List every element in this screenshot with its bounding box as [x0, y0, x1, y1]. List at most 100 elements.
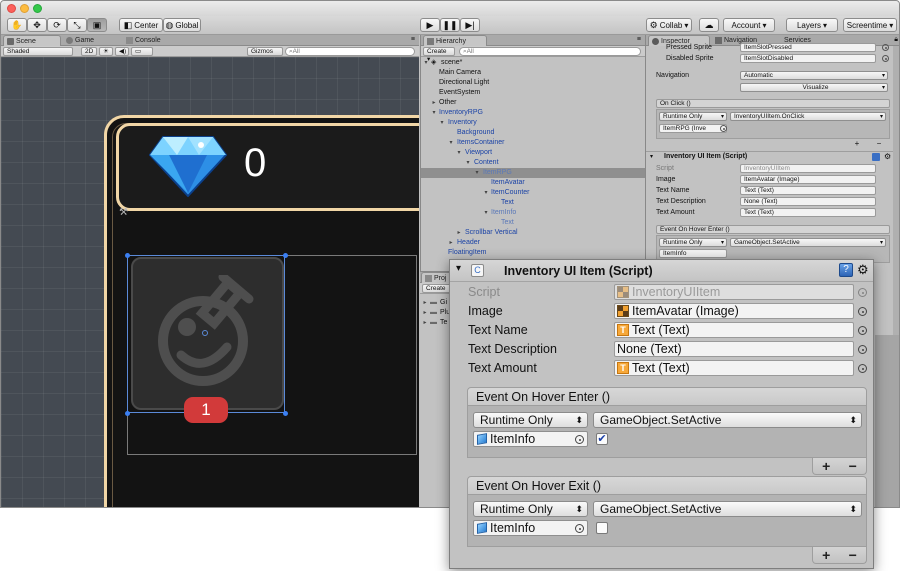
hierarchy-item[interactable]: ▾ Viewport [421, 148, 645, 158]
expand-arrow-icon[interactable]: ▾ [423, 58, 429, 68]
expand-arrow-icon[interactable]: ▾ [650, 153, 653, 160]
expand-arrow-icon[interactable]: ▾ [474, 168, 480, 178]
lock-icon[interactable]: 🔒︎ [894, 36, 898, 44]
object-picker-icon[interactable] [720, 125, 727, 132]
cloud-button[interactable]: ☁ [699, 18, 719, 32]
hierarchy-item[interactable]: ▾ Content [421, 158, 645, 168]
scene-root-row[interactable]: ▾ ◈ scene* [421, 58, 645, 68]
resize-handle-top-left[interactable] [125, 253, 130, 258]
hover-enter-mode-dropdown[interactable]: Runtime Only [473, 412, 588, 428]
zoom-window-button[interactable] [33, 4, 42, 13]
collapsed-arrow-icon[interactable]: ▸ [456, 228, 462, 238]
add-listener-button[interactable]: + [855, 139, 860, 149]
play-button[interactable]: ▶ [420, 18, 440, 32]
pivot-toggle[interactable]: ◧ Center [119, 18, 163, 32]
add-listener-button[interactable]: + [822, 547, 830, 563]
hierarchy-item[interactable]: Background [421, 128, 645, 138]
hierarchy-item[interactable]: ▾ InventoryRPG [421, 108, 645, 118]
expand-arrow-icon[interactable]: ▾ [456, 263, 461, 274]
hierarchy-item[interactable]: ▸ Scrollbar Vertical [421, 228, 645, 238]
lighting-toggle[interactable]: ☀ [99, 47, 113, 56]
collapsed-arrow-icon[interactable]: ▸ [448, 238, 454, 248]
object-picker-icon[interactable] [858, 307, 867, 316]
layout-dropdown[interactable]: Screentime ▾ [843, 18, 897, 32]
hierarchy-item[interactable]: Main Camera [421, 68, 645, 78]
hierarchy-item[interactable]: Directional Light [421, 78, 645, 88]
shading-dropdown[interactable]: Shaded [3, 47, 73, 56]
object-picker-icon[interactable] [858, 345, 867, 354]
help-icon[interactable] [872, 153, 880, 161]
collapsed-arrow-icon[interactable]: ▸ [422, 318, 428, 328]
hierarchy-item[interactable]: ▾ Inventory [421, 118, 645, 128]
hierarchy-item[interactable]: ▾ ItemInfo [421, 208, 645, 218]
hierarchy-item-selected[interactable]: ▾ ItemRPG [421, 168, 645, 178]
resize-handle-bottom-right[interactable] [283, 411, 288, 416]
object-picker-icon[interactable] [882, 44, 889, 51]
navigation-dropdown[interactable]: Automatic [740, 71, 888, 80]
text-name-field[interactable]: Text (Text) [740, 186, 876, 195]
hierarchy-item[interactable]: ▾ ItemCounter [421, 188, 645, 198]
help-icon[interactable]: ? [839, 263, 853, 277]
expand-arrow-icon[interactable]: ▾ [465, 158, 471, 168]
disabled-sprite-field[interactable]: ItemSlotDisabled [740, 54, 876, 63]
hand-tool-button[interactable]: ✋ [7, 18, 27, 32]
text-desc-field[interactable]: None (Text) [614, 341, 854, 357]
hover-enter-active-checkbox[interactable]: ✔ [596, 433, 608, 445]
object-picker-icon[interactable] [882, 55, 889, 62]
expand-arrow-icon[interactable]: ▾ [431, 108, 437, 118]
hierarchy-item[interactable]: ItemAvatar [421, 178, 645, 188]
remove-listener-button[interactable]: − [849, 547, 857, 563]
text-desc-field[interactable]: None (Text) [740, 197, 876, 206]
pause-button[interactable]: ❚❚ [440, 18, 460, 32]
hierarchy-item[interactable]: EventSystem [421, 88, 645, 98]
object-picker-icon[interactable] [575, 435, 584, 444]
expand-arrow-icon[interactable]: ▾ [448, 138, 454, 148]
rotate-tool-button[interactable]: ⟳ [47, 18, 67, 32]
hover-exit-mode-dropdown[interactable]: Runtime Only [473, 501, 588, 517]
layers-dropdown[interactable]: Layers ▾ [786, 18, 838, 32]
minimize-window-button[interactable] [20, 4, 29, 13]
hierarchy-item[interactable]: Text [421, 198, 645, 208]
space-toggle[interactable]: ◍ Global [163, 18, 201, 32]
hierarchy-item[interactable]: ▸ Header [421, 238, 645, 248]
gear-icon[interactable]: ⚙ [857, 262, 869, 278]
component-header[interactable]: ▾ Inventory UI Item (Script) ⚙ [646, 151, 899, 163]
scale-tool-button[interactable]: ⤡ [67, 18, 87, 32]
component-header[interactable]: ▾ C Inventory UI Item (Script) ? ⚙ [450, 260, 873, 282]
expand-arrow-icon[interactable]: ▾ [483, 188, 489, 198]
expand-arrow-icon[interactable]: ▾ [439, 118, 445, 128]
hover-enter-function-dropdown[interactable]: GameObject.SetActive [730, 238, 886, 247]
hover-enter-target-field[interactable]: ItemInfo [659, 249, 727, 258]
hover-enter-mode-dropdown[interactable]: Runtime Only [659, 238, 727, 247]
panel-menu-icon[interactable]: ≡ [411, 36, 415, 43]
on-click-target-field[interactable]: ItemRPG (Inve [659, 124, 727, 133]
on-click-mode-dropdown[interactable]: Runtime Only [659, 112, 727, 121]
gizmos-dropdown[interactable]: Gizmos [247, 47, 283, 56]
hierarchy-item[interactable]: ▾ ItemsContainer [421, 138, 645, 148]
remove-listener-button[interactable]: − [877, 139, 882, 149]
tab-console[interactable]: Console [123, 35, 183, 46]
gear-icon[interactable]: ⚙ [884, 152, 891, 161]
tab-scene[interactable]: Scene [3, 35, 61, 46]
hover-exit-active-checkbox[interactable] [596, 522, 608, 534]
hover-enter-function-dropdown[interactable]: GameObject.SetActive [593, 412, 862, 428]
expand-arrow-icon[interactable]: ▾ [483, 208, 489, 218]
resize-handle-bottom-left[interactable] [125, 411, 130, 416]
hierarchy-item[interactable]: FloatingItem [421, 248, 645, 258]
text-name-field[interactable]: T Text (Text) [614, 322, 854, 338]
resize-handle-top-right[interactable] [283, 253, 288, 258]
hover-exit-target-field[interactable]: ItemInfo [473, 520, 588, 536]
pressed-sprite-field[interactable]: ItemSlotPressed [740, 43, 876, 52]
hover-exit-function-dropdown[interactable]: GameObject.SetActive [593, 501, 862, 517]
add-listener-button[interactable]: + [822, 458, 830, 474]
expand-arrow-icon[interactable]: ▾ [456, 148, 462, 158]
object-picker-icon[interactable] [575, 524, 584, 533]
hierarchy-item[interactable]: Text [421, 218, 645, 228]
hierarchy-item[interactable]: ▸ Other [421, 98, 645, 108]
close-window-button[interactable] [7, 4, 16, 13]
image-field[interactable]: ItemAvatar (Image) [614, 303, 854, 319]
hierarchy-search-input[interactable]: ⌕All [459, 47, 641, 56]
effects-dropdown[interactable]: ▭ [131, 47, 153, 56]
account-dropdown[interactable]: Account ▾ [723, 18, 775, 32]
text-amount-field[interactable]: T Text (Text) [614, 360, 854, 376]
